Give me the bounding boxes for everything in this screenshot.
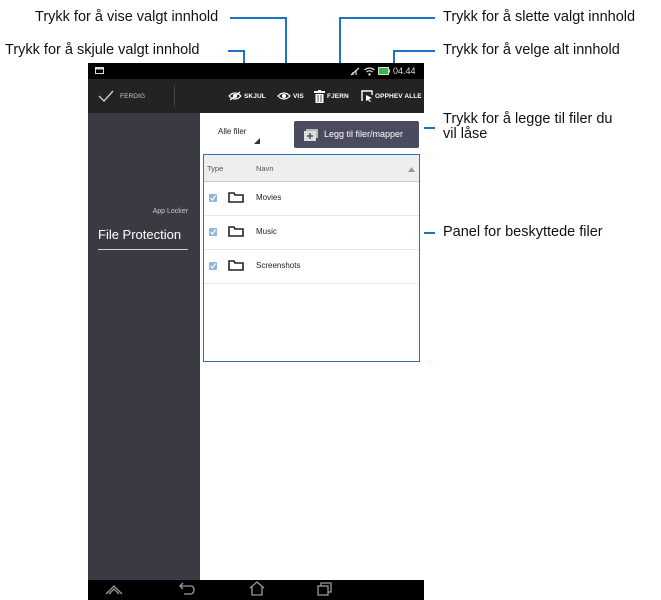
eye-slash-icon [228, 91, 242, 101]
check-icon [210, 263, 216, 269]
sidebar: App Locker File Protection [88, 113, 200, 580]
callout-line [393, 50, 435, 52]
asus-menu-icon[interactable] [104, 582, 124, 596]
action-bar: FERDIG SKJUL VIS FJERN OPPHEV ALLE [88, 79, 424, 113]
callout-panel: Panel for beskyttede filer [443, 224, 603, 240]
status-time: 04.44 [393, 66, 416, 76]
folder-icon [228, 226, 244, 237]
column-header-type[interactable]: Type [207, 164, 223, 173]
dropdown-triangle-icon [254, 138, 260, 144]
folder-icon [228, 260, 244, 271]
check-icon [210, 229, 216, 235]
hide-label: SKJUL [244, 92, 266, 100]
trash-icon [314, 89, 325, 103]
sidebar-section-label: App Locker [152, 208, 188, 215]
device-screen: 04.44 FERDIG SKJUL VIS FJERN OPPHEV ALLE… [88, 63, 424, 600]
filter-selected: Alle filer [218, 127, 247, 136]
sidebar-item-file-protection[interactable]: File Protection [88, 220, 200, 250]
file-name: Movies [256, 193, 282, 202]
file-name: Music [256, 227, 277, 236]
file-protection-panel: Alle filer Legg til filer/mapper Type Na… [200, 113, 424, 580]
file-name: Screenshots [256, 261, 301, 270]
sort-ascending-icon[interactable] [408, 167, 415, 172]
add-file-icon [304, 129, 318, 141]
remove-label: FJERN [327, 92, 349, 100]
callout-line [230, 17, 287, 19]
callout-remove: Trykk for å slette valgt innhold [443, 9, 636, 25]
remove-button[interactable]: FJERN [314, 79, 349, 113]
hide-button[interactable]: SKJUL [228, 79, 266, 113]
battery-icon [378, 67, 390, 75]
folder-icon [228, 192, 244, 203]
add-files-label: Legg til filer/mapper [324, 129, 404, 139]
home-icon[interactable] [248, 581, 266, 596]
status-bar: 04.44 [88, 63, 424, 79]
callout-add-files: Trykk for å legge til filer du vil låse [443, 111, 613, 143]
notification-icon [95, 67, 104, 74]
wifi-icon [364, 67, 375, 76]
file-table: Type Navn Movies Music Screenshots [203, 154, 420, 362]
done-button[interactable]: FERDIG [98, 79, 145, 113]
add-files-button[interactable]: Legg til filer/mapper [294, 121, 419, 148]
callout-line [339, 17, 435, 19]
table-row[interactable]: Screenshots [204, 249, 419, 284]
checkbox[interactable] [209, 228, 217, 236]
checkbox[interactable] [209, 194, 217, 202]
select-all-label: OPPHEV ALLE [375, 92, 422, 100]
column-header-name[interactable]: Navn [256, 164, 274, 173]
select-all-button[interactable]: OPPHEV ALLE [361, 79, 422, 113]
sidebar-item-label: File Protection [98, 227, 182, 242]
checkbox[interactable] [209, 262, 217, 270]
table-header: Type Navn [204, 155, 419, 182]
check-icon [210, 195, 216, 201]
done-label: FERDIG [120, 92, 146, 100]
callout-show: Trykk for å vise valgt innhold [35, 9, 219, 25]
table-row[interactable]: Movies [204, 181, 419, 216]
callout-hide: Trykk for å skjule valgt innhold [5, 42, 200, 58]
callout-add-files-line2: vil låse [443, 126, 488, 142]
show-button[interactable]: VIS [277, 79, 304, 113]
eye-icon [277, 92, 291, 100]
callout-select-all: Trykk for å velge alt innhold [443, 42, 620, 58]
select-all-icon [361, 90, 373, 102]
navigation-bar [88, 580, 424, 600]
filter-dropdown[interactable]: Alle filer [218, 124, 260, 144]
sidebar-item-underline [98, 249, 188, 250]
signal-icon [350, 67, 360, 76]
show-label: VIS [293, 92, 304, 100]
checkmark-icon [98, 90, 114, 102]
recent-apps-icon[interactable] [316, 582, 332, 596]
action-bar-divider [174, 85, 175, 107]
back-icon[interactable] [176, 582, 196, 596]
table-row[interactable]: Music [204, 215, 419, 250]
